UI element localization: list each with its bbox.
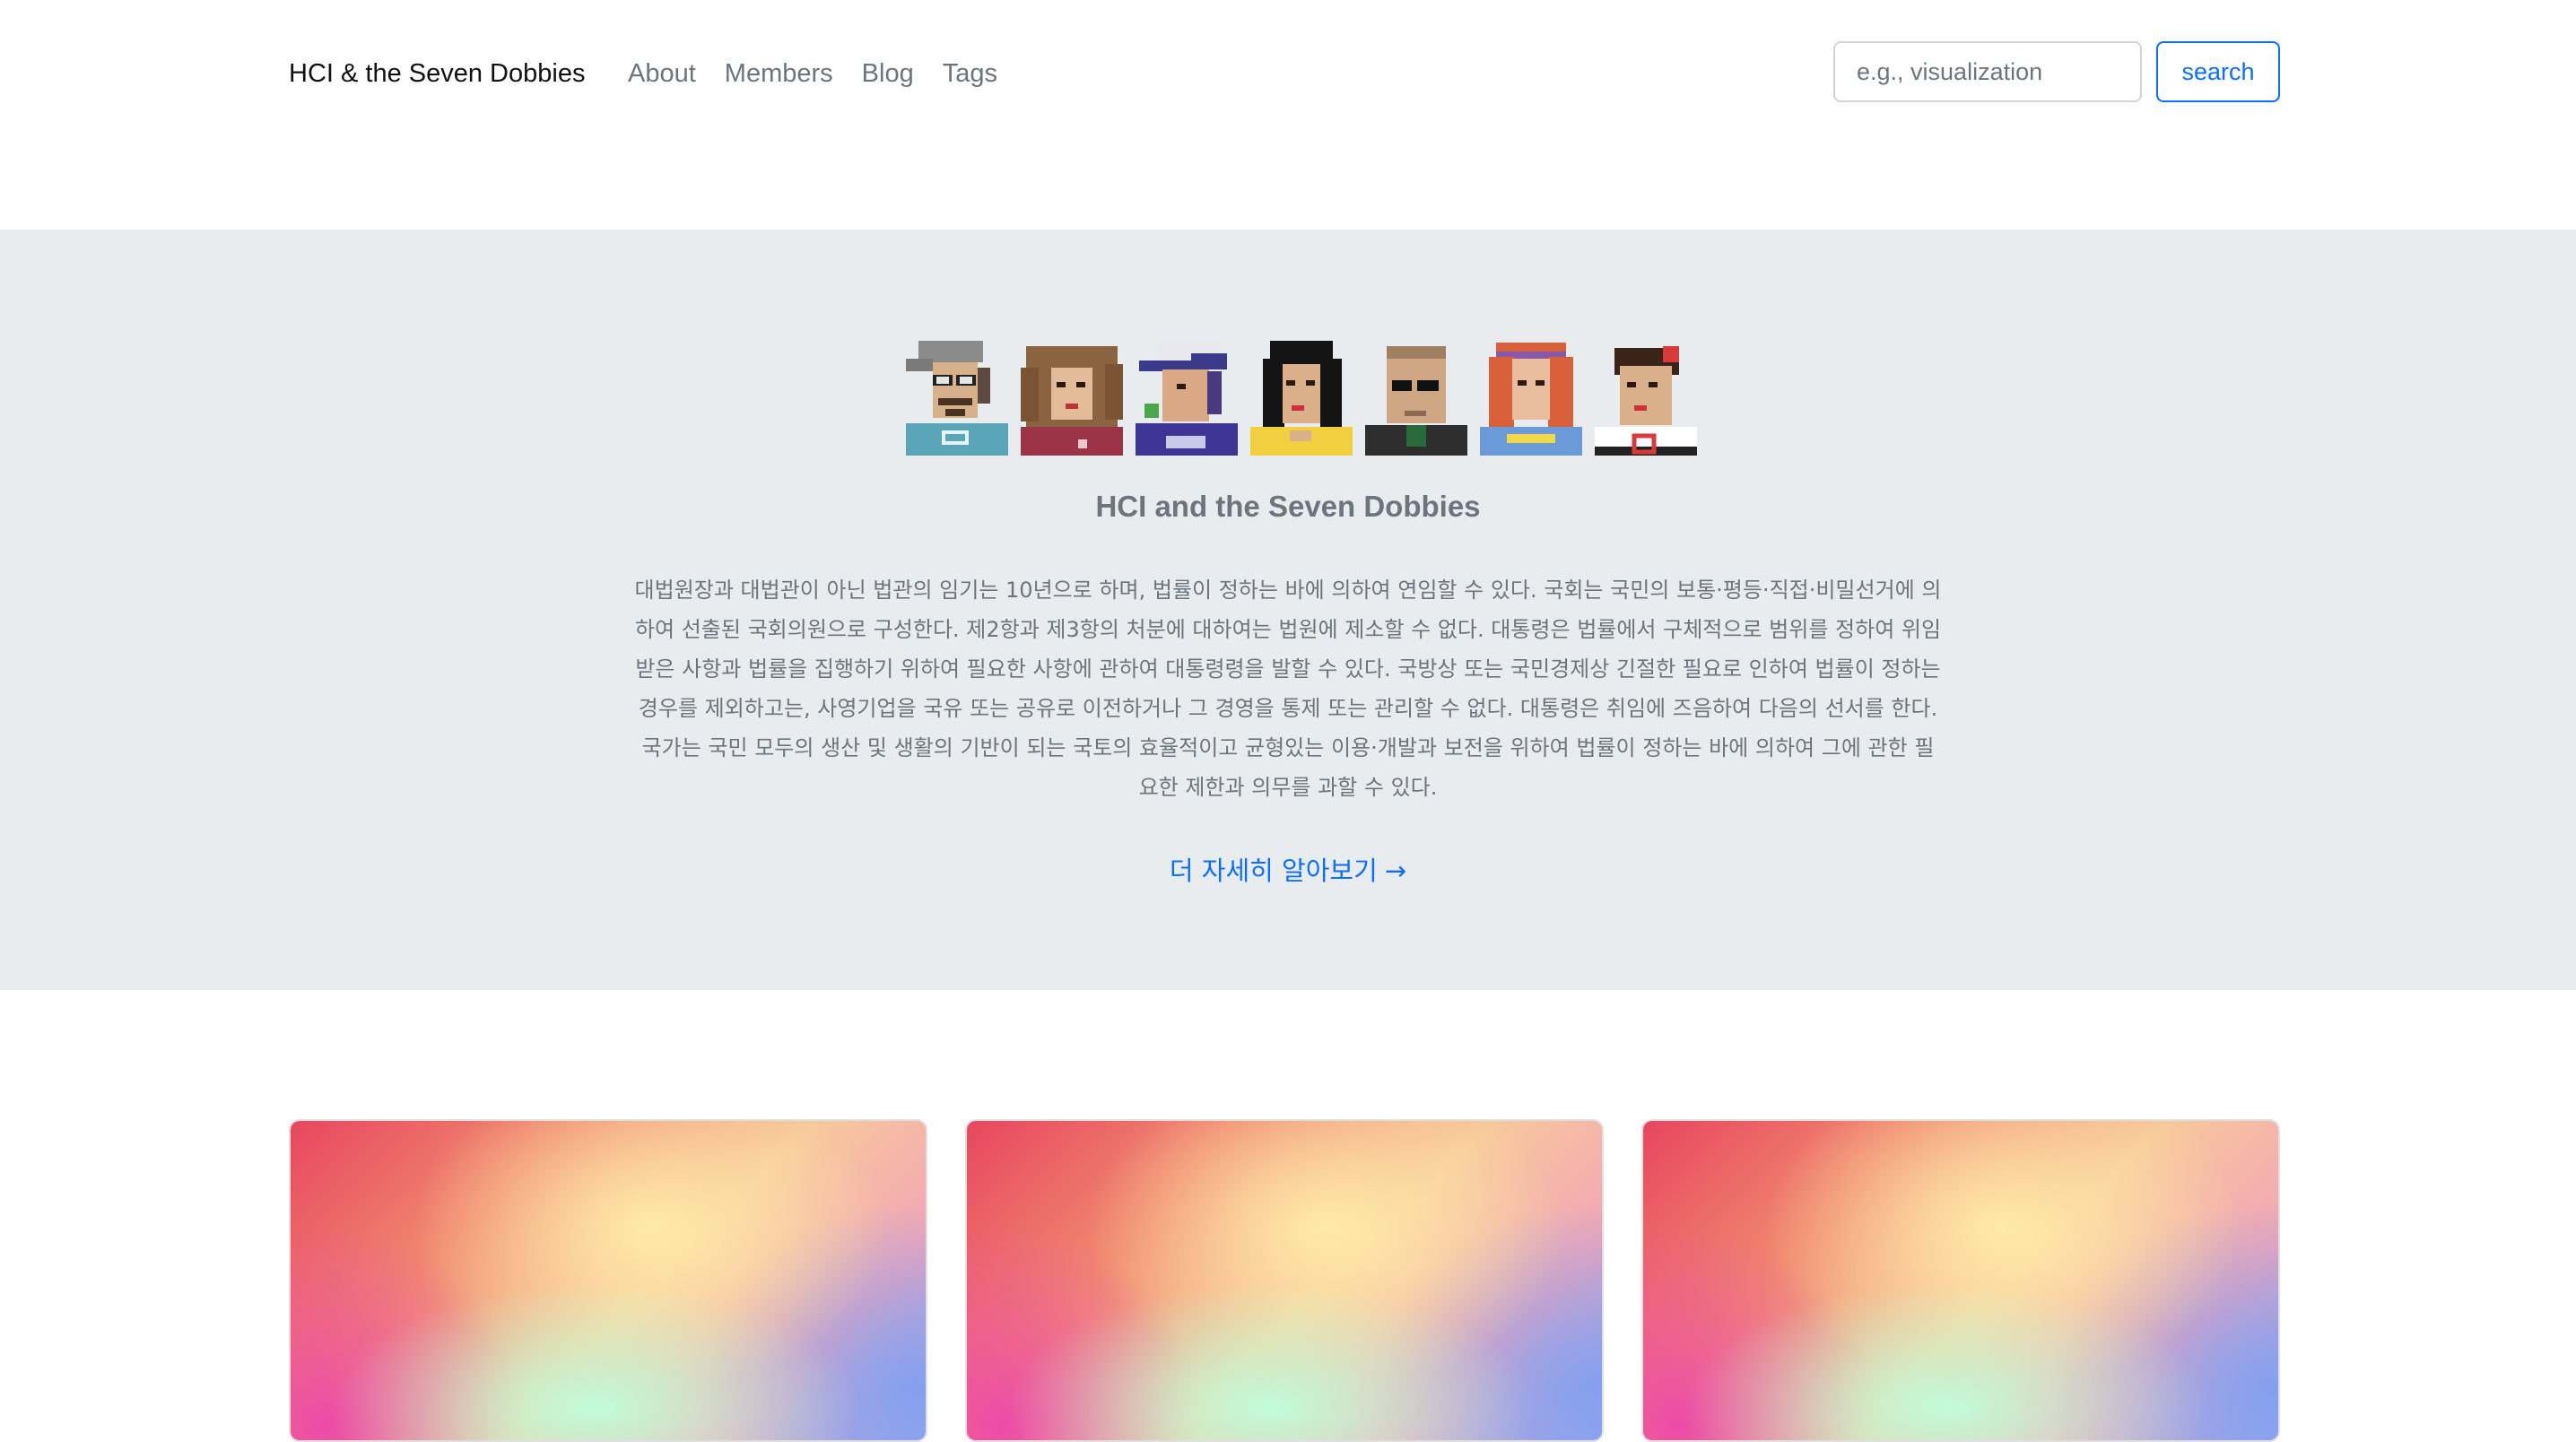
search-input[interactable]: [1833, 41, 2142, 102]
avatar-ny-cap-icon: [1136, 343, 1238, 456]
avatar-curly-hair-icon: [1021, 346, 1123, 456]
hero-title: HCI and the Seven Dobbies: [1095, 490, 1481, 523]
card-gradient-image: [1643, 1121, 2278, 1440]
nav-link-about[interactable]: About: [628, 54, 696, 93]
avatar-row: [906, 341, 1697, 456]
learn-more-link[interactable]: 더 자세히 알아보기 →: [0, 850, 2576, 888]
avatar-long-black-hair-icon: [1250, 341, 1353, 456]
avatar-sunglasses-icon: [1365, 346, 1467, 456]
card-gradient-image: [291, 1121, 926, 1440]
search-form: search: [1833, 41, 2280, 102]
nav-link-blog[interactable]: Blog: [862, 54, 914, 93]
card-gradient-image: [967, 1121, 1602, 1440]
nav-links: About Members Blog Tags: [628, 54, 1026, 93]
arrow-right-icon: →: [1384, 856, 1407, 886]
avatar-cap-glasses-icon: [906, 341, 1008, 456]
post-card[interactable]: [1641, 1119, 2280, 1442]
card-grid: [289, 1119, 2280, 1442]
nav-link-members[interactable]: Members: [725, 54, 833, 93]
hero-section: HCI and the Seven Dobbies 대법원장과 대법관이 아닌 …: [0, 230, 2576, 990]
brand-link[interactable]: HCI & the Seven Dobbies: [289, 54, 585, 93]
post-card[interactable]: [965, 1119, 1604, 1442]
avatar-red-hair-icon: [1480, 343, 1582, 456]
avatar-short-hair-icon: [1595, 346, 1697, 456]
post-card[interactable]: [289, 1119, 927, 1442]
hero-description: 대법원장과 대법관이 아닌 법관의 임기는 10년으로 하며, 법률이 정하는 …: [634, 578, 1942, 800]
nav-link-tags[interactable]: Tags: [943, 54, 997, 93]
search-button[interactable]: search: [2156, 41, 2280, 102]
learn-more-label: 더 자세히 알아보기: [1169, 856, 1378, 886]
navbar: HCI & the Seven Dobbies About Members Bl…: [0, 0, 2576, 143]
